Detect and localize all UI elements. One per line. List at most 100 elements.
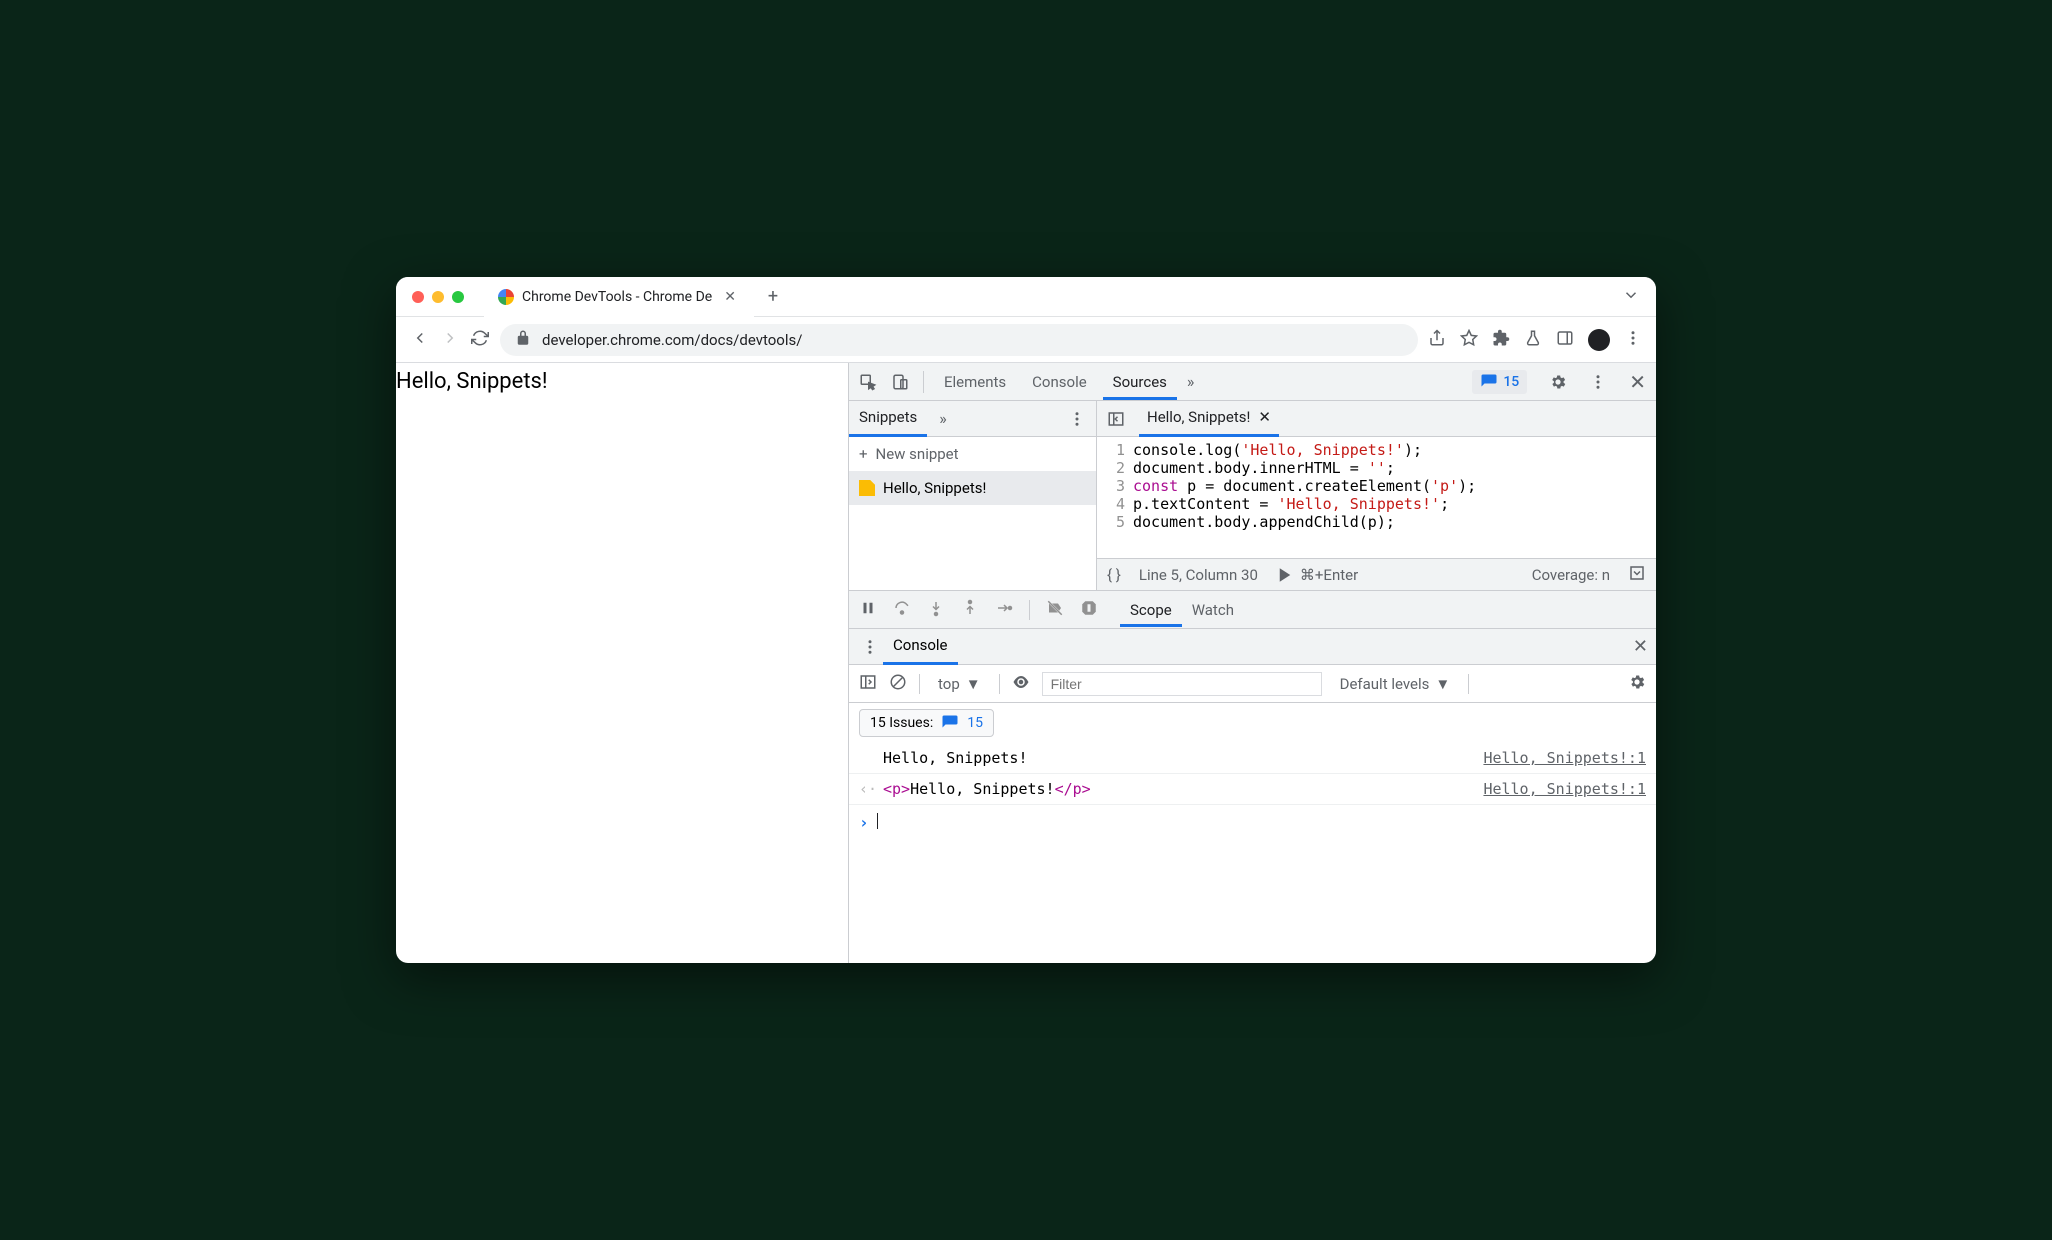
plus-icon: + (859, 445, 868, 463)
lock-icon (514, 329, 532, 351)
devtools-panel: Elements Console Sources » 15 ✕ S (848, 363, 1656, 963)
coverage-label: Coverage: n (1532, 566, 1610, 584)
issues-label: 15 Issues: (870, 715, 933, 731)
device-toggle-icon[interactable] (887, 369, 913, 395)
profile-avatar[interactable] (1588, 329, 1610, 351)
editor-statusbar: { } Line 5, Column 30 ⌘+Enter Coverage: … (1097, 558, 1656, 590)
pretty-print-icon[interactable]: { } (1107, 566, 1121, 584)
snippet-file-icon (859, 480, 875, 496)
devtools-menu-icon[interactable] (1585, 369, 1611, 395)
sources-panel: Snippets » + New snippet Hello, Snippets… (849, 401, 1656, 591)
editor-tab-label: Hello, Snippets! (1147, 408, 1250, 426)
run-snippet-button[interactable]: ⌘+Enter (1276, 566, 1358, 584)
navigator-menu-icon[interactable] (1064, 406, 1090, 432)
reload-button[interactable] (470, 329, 490, 351)
live-expression-icon[interactable] (1012, 673, 1030, 695)
dropdown-icon: ▼ (966, 675, 981, 693)
chrome-menu-icon[interactable] (1624, 329, 1642, 351)
code-editor[interactable]: 1console.log('Hello, Snippets!');2docume… (1097, 437, 1656, 558)
tab-elements[interactable]: Elements (934, 364, 1016, 400)
tabs-dropdown-icon[interactable] (1622, 286, 1640, 308)
forward-button[interactable] (440, 329, 460, 351)
issues-chip[interactable]: 15 Issues: 15 (859, 709, 994, 737)
step-into-icon[interactable] (927, 599, 945, 621)
issues-badge[interactable]: 15 (1472, 370, 1527, 394)
url-text: developer.chrome.com/docs/devtools/ (542, 331, 802, 349)
tab-scope[interactable]: Scope (1120, 593, 1182, 627)
back-button[interactable] (410, 329, 430, 351)
navigator-tabs: Snippets » (849, 401, 1096, 437)
tab-sources[interactable]: Sources (1103, 364, 1177, 400)
drawer-menu-icon[interactable] (857, 634, 883, 660)
tab-watch[interactable]: Watch (1182, 593, 1244, 627)
context-selector[interactable]: top ▼ (932, 673, 987, 695)
drawer-tab-console[interactable]: Console (883, 628, 958, 665)
browser-window: Chrome DevTools - Chrome De ✕ + develope… (396, 277, 1656, 963)
close-drawer-icon[interactable]: ✕ (1633, 636, 1648, 657)
deactivate-breakpoints-icon[interactable] (1046, 599, 1064, 621)
console-drawer: Console ✕ top ▼ Default levels (849, 629, 1656, 963)
new-snippet-label: New snippet (876, 445, 959, 463)
browser-toolbar: developer.chrome.com/docs/devtools/ (396, 317, 1656, 363)
close-window-button[interactable] (412, 291, 424, 303)
address-bar[interactable]: developer.chrome.com/docs/devtools/ (500, 324, 1418, 356)
cursor (877, 813, 878, 829)
traffic-lights (412, 291, 464, 303)
close-tab-icon[interactable]: ✕ (720, 289, 740, 305)
log-levels-selector[interactable]: Default levels ▼ (1334, 673, 1457, 695)
extensions-icon[interactable] (1492, 329, 1510, 351)
step-out-icon[interactable] (961, 599, 979, 621)
page-viewport: Hello, Snippets! (396, 363, 848, 963)
step-icon[interactable] (995, 599, 1013, 621)
more-tabs-icon[interactable]: » (1183, 368, 1199, 395)
toggle-navigator-icon[interactable] (1103, 406, 1129, 432)
console-output: Hello, Snippets!Hello, Snippets!:1‹·<p>H… (849, 743, 1656, 805)
dropdown-icon: ▼ (1435, 675, 1450, 693)
console-prompt[interactable]: › (849, 805, 1656, 840)
tab-title: Chrome DevTools - Chrome De (522, 289, 712, 305)
bookmark-star-icon[interactable] (1460, 329, 1478, 351)
snippet-item[interactable]: Hello, Snippets! (849, 471, 1096, 505)
console-issues-row: 15 Issues: 15 (849, 703, 1656, 743)
side-panel-icon[interactable] (1556, 329, 1574, 351)
issues-count: 15 (1503, 374, 1519, 390)
close-devtools-icon[interactable]: ✕ (1625, 366, 1650, 398)
maximize-window-button[interactable] (452, 291, 464, 303)
chrome-favicon-icon (498, 289, 514, 305)
clear-console-icon[interactable] (889, 673, 907, 695)
labs-icon[interactable] (1524, 329, 1542, 351)
prompt-chevron-icon: › (859, 813, 869, 832)
console-sidebar-toggle-icon[interactable] (859, 673, 877, 695)
pause-button[interactable] (859, 599, 877, 621)
inspect-element-icon[interactable] (855, 369, 881, 395)
console-log-row: Hello, Snippets!Hello, Snippets!:1 (849, 743, 1656, 774)
console-settings-icon[interactable] (1628, 673, 1646, 695)
tab-snippets[interactable]: Snippets (849, 400, 927, 437)
close-editor-tab-icon[interactable]: ✕ (1258, 408, 1271, 426)
snippet-item-label: Hello, Snippets! (883, 479, 986, 497)
editor-pane: Hello, Snippets! ✕ 1console.log('Hello, … (1097, 401, 1656, 590)
step-over-icon[interactable] (893, 599, 911, 621)
new-snippet-button[interactable]: + New snippet (849, 437, 1096, 471)
levels-label: Default levels (1340, 675, 1430, 693)
toolbar-icons (1428, 329, 1642, 351)
settings-gear-icon[interactable] (1545, 369, 1571, 395)
minimize-window-button[interactable] (432, 291, 444, 303)
share-icon[interactable] (1428, 329, 1446, 351)
console-filter-input[interactable] (1042, 672, 1322, 696)
devtools-tabs: Elements Console Sources » 15 ✕ (849, 363, 1656, 401)
drawer-tabs: Console ✕ (849, 629, 1656, 665)
new-tab-button[interactable]: + (754, 286, 792, 307)
tab-console[interactable]: Console (1022, 364, 1097, 400)
pause-on-exceptions-icon[interactable] (1080, 599, 1098, 621)
console-log-row: ‹·<p>Hello, Snippets!</p>Hello, Snippets… (849, 774, 1656, 805)
run-hint: ⌘+Enter (1300, 566, 1358, 584)
more-navigator-tabs-icon[interactable]: » (935, 405, 951, 432)
browser-tab[interactable]: Chrome DevTools - Chrome De ✕ (484, 277, 754, 317)
snippets-pane: Snippets » + New snippet Hello, Snippets… (849, 401, 1097, 590)
page-body-text: Hello, Snippets! (396, 369, 548, 394)
coverage-dropdown-icon[interactable] (1628, 564, 1646, 586)
editor-tab[interactable]: Hello, Snippets! ✕ (1139, 400, 1279, 437)
context-label: top (938, 675, 960, 693)
cursor-position: Line 5, Column 30 (1139, 566, 1258, 584)
